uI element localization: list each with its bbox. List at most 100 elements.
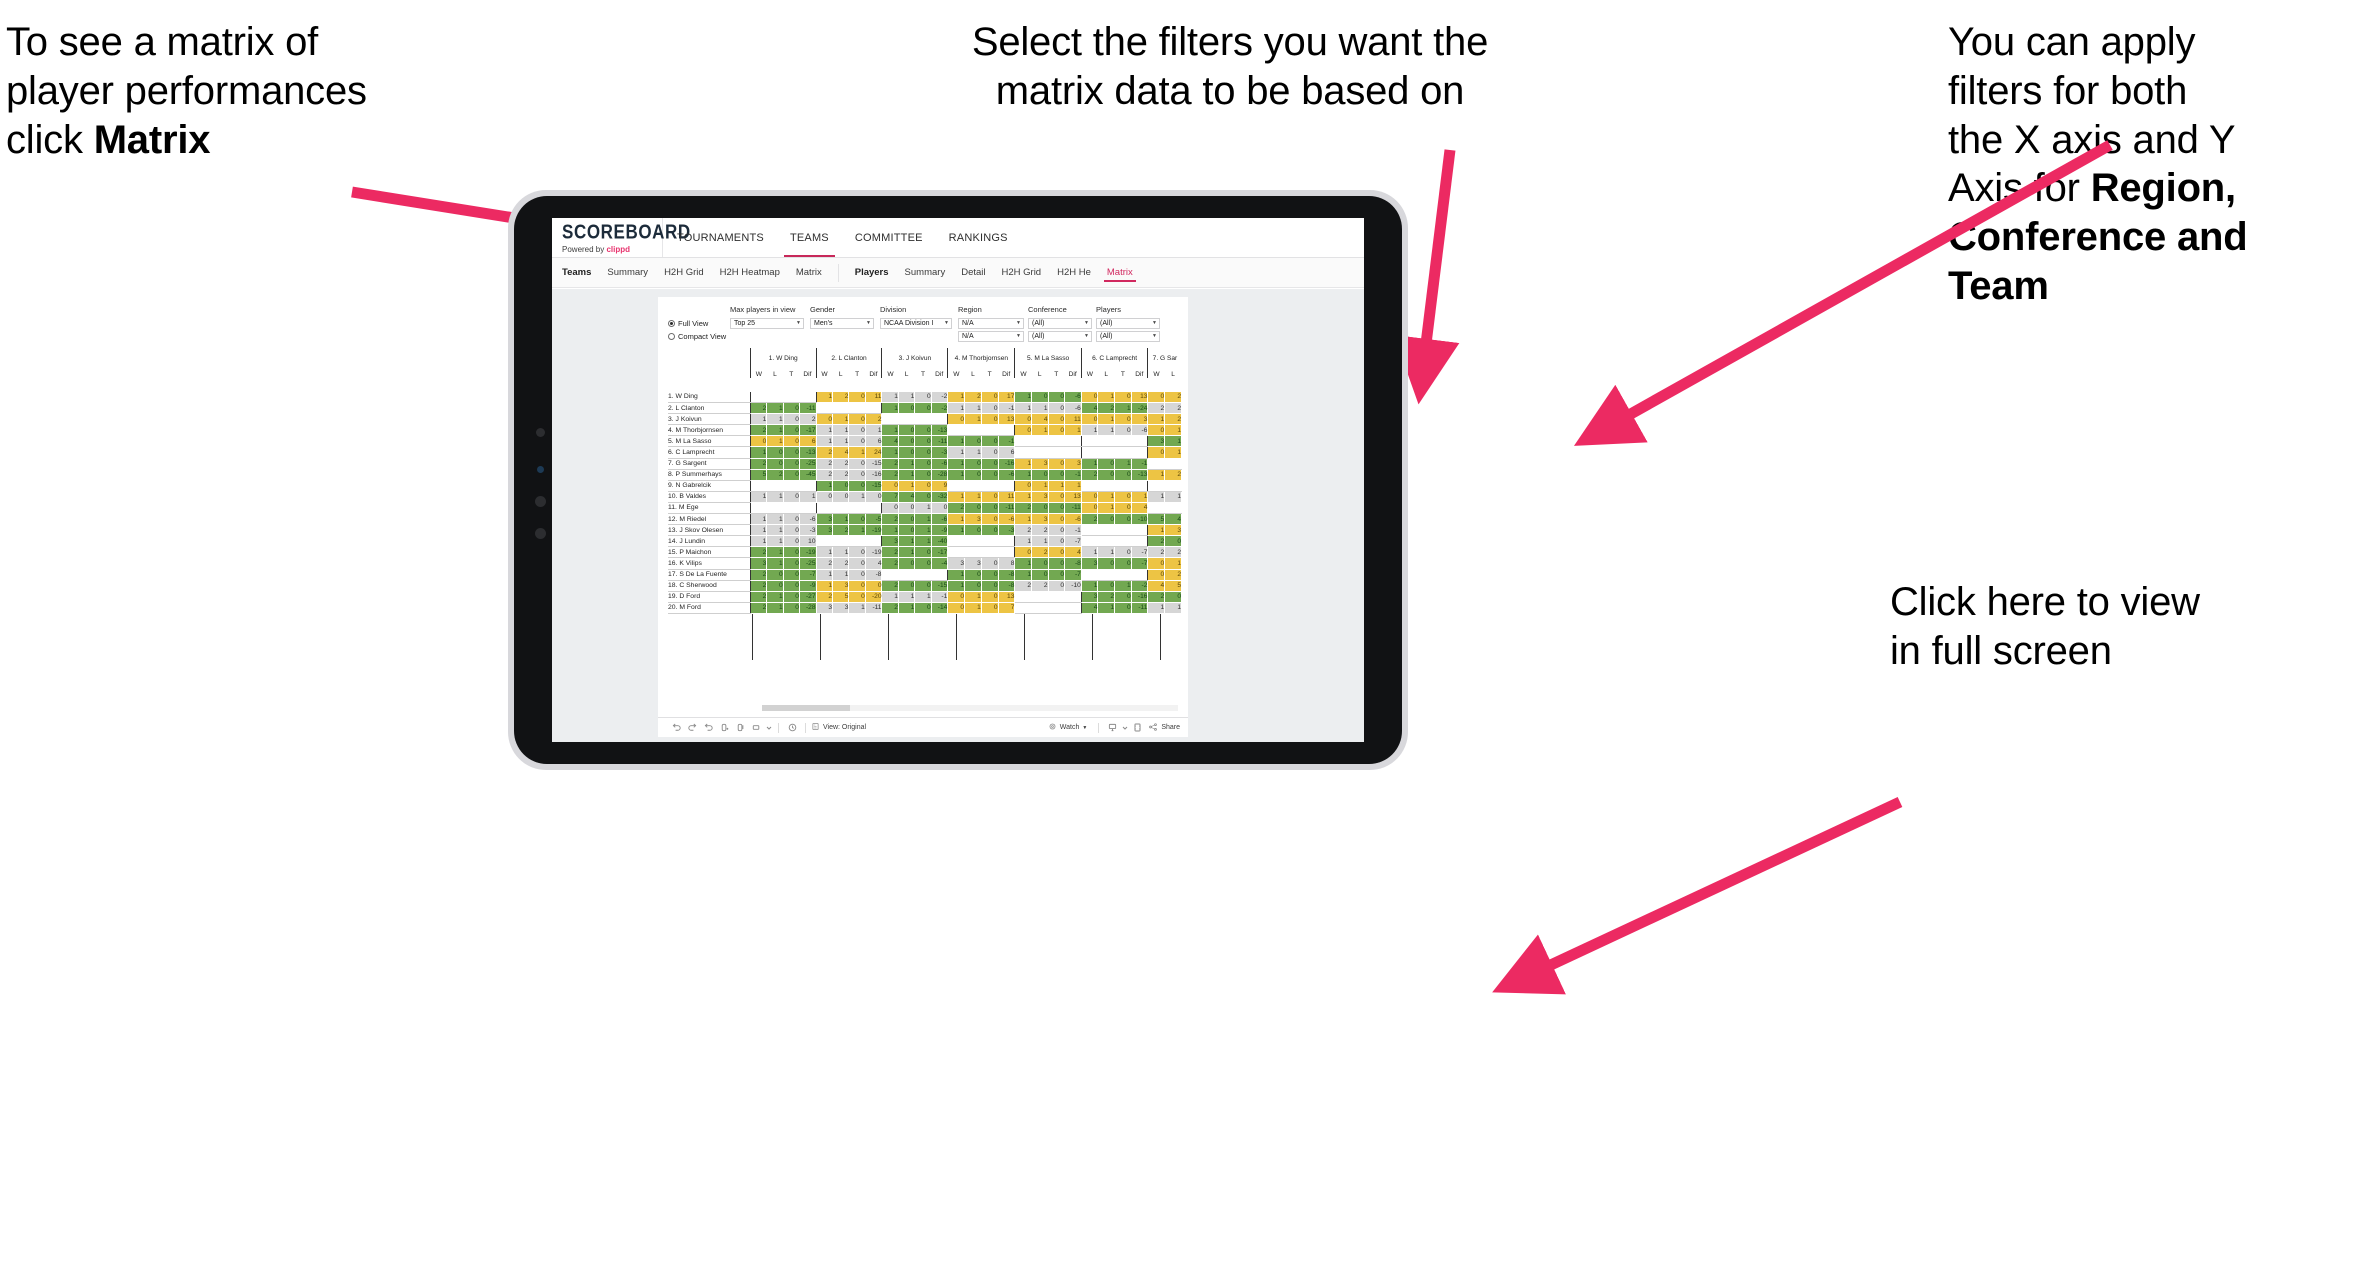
matrix-cell[interactable]: 1 [964,491,982,503]
matrix-cell[interactable]: 1 [749,413,768,426]
matrix-cell[interactable]: 1 [848,491,866,503]
matrix-cell[interactable]: 1 [1048,480,1066,492]
matrix-cell[interactable]: -7 [1064,535,1082,548]
matrix-cell[interactable]: 0 [1164,535,1182,548]
matrix-cell[interactable]: 0 [898,524,916,537]
matrix-row[interactable]: 18. C Sherwood 2 0 0 -9 1 3 0 0 2 0 0 -15 1 0 0 -8 2 2 0 -10… [668,580,1182,592]
matrix-cell[interactable]: 0 [783,402,800,415]
matrix-cell[interactable]: 1 [1097,602,1116,614]
matrix-cell[interactable]: -6 [931,458,949,470]
matrix-cell[interactable]: 2 [1164,391,1182,404]
matrix-cell[interactable]: 2 [749,546,768,559]
matrix-cell[interactable]: 1 [832,413,850,426]
matrix-row-label[interactable]: 8. P Summerhays [668,469,751,481]
matrix-cell[interactable]: 0 [1048,569,1066,581]
matrix-cell[interactable]: 1 [881,446,899,459]
matrix-cell[interactable]: 1 [832,513,850,526]
tab-players-h2h-grid[interactable]: H2H Grid [1002,258,1042,287]
filter-region-y-select[interactable]: N/A ▼ [958,330,1024,342]
matrix-cell[interactable]: 0 [1048,580,1066,592]
matrix-cell[interactable]: 2 [815,469,834,481]
matrix-cell[interactable]: 0 [1048,469,1066,481]
matrix-cell[interactable]: 1 [1064,480,1082,492]
matrix-cell[interactable]: -1 [931,591,949,603]
matrix-cell[interactable]: 2 [1031,580,1049,592]
matrix-cell[interactable]: 3 [815,513,834,526]
matrix-row-label[interactable]: 5. M La Sasso [668,435,751,448]
matrix-cell[interactable]: -6 [1064,513,1082,526]
matrix-row[interactable]: 4. M Thorbjornsen 2 1 0 -17 1 1 0 1 1 0 0 -13 0 1 0 1 1 1 0… [668,424,1182,437]
matrix-row[interactable]: 14. J Lundin 1 1 0 10 3 1 1 -40 1 1 0 -7 2 0 [668,535,1182,548]
matrix-cell[interactable]: 0 [848,424,866,437]
matrix-cell[interactable]: 0 [848,591,866,603]
matrix-cell[interactable]: -19 [865,546,883,559]
matrix-cell[interactable]: -16 [1131,591,1149,603]
matrix-cell[interactable]: 0 [865,491,883,503]
matrix-cell[interactable]: 0 [1097,580,1116,592]
matrix-cell[interactable]: 1 [898,546,916,559]
matrix-cell[interactable]: 0 [1147,569,1166,581]
matrix-cell[interactable]: 0 [981,435,999,448]
matrix-cell[interactable]: 1 [1147,602,1166,614]
matrix-cell[interactable]: 0 [1048,513,1066,526]
refresh-icon[interactable] [716,720,732,736]
matrix-column-header[interactable]: 2. L Clanton [815,347,882,362]
matrix-cell[interactable]: 2 [749,424,768,437]
matrix-cell[interactable]: 0 [981,469,999,481]
matrix-cell[interactable]: 2 [749,580,768,592]
matrix-cell[interactable]: 2 [832,458,850,470]
matrix-cell[interactable]: 1 [749,524,768,537]
filter-max-players-select[interactable]: Top 25 ▼ [730,317,804,329]
matrix-cell[interactable]: 1 [1114,402,1132,415]
matrix-cell[interactable]: 2 [832,557,850,570]
matrix-cell[interactable]: 0 [1114,602,1132,614]
matrix-cell[interactable]: 1 [1031,480,1049,492]
matrix-cell[interactable]: -25 [799,557,817,570]
matrix-cell[interactable]: 0 [1114,591,1132,603]
matrix-cell[interactable]: 17 [998,391,1016,404]
matrix-cell[interactable]: -13 [1131,469,1149,481]
matrix-cell[interactable]: 0 [981,569,999,581]
matrix-cell[interactable]: 0 [1031,557,1049,570]
matrix-row[interactable]: 11. M Ege 0 0 1 0 2 0 0 -11 2 0 0 -11 0 1 0 4 [668,502,1182,515]
matrix-cell[interactable]: -16 [865,469,883,481]
matrix-cell[interactable]: 3 [1131,413,1149,426]
matrix-row-label[interactable]: 13. J Skov Olesen [668,524,751,537]
matrix-cell[interactable]: 4 [1164,513,1182,526]
matrix-row[interactable]: 2. L Clanton 2 1 0 -11 1 0 0 -2 1 1 0 -1 1 1 0 -6 4 2 1 -24 2… [668,402,1182,415]
matrix-cell[interactable]: 1 [1014,535,1032,548]
matrix-cell[interactable]: 0 [783,513,800,526]
matrix-cell[interactable]: 2 [815,557,834,570]
filter-players-x-select[interactable]: (All) ▼ [1096,317,1160,329]
matrix-cell[interactable]: 0 [783,557,800,570]
matrix-cell[interactable]: 0 [964,524,982,537]
matrix-cell[interactable]: -6 [799,513,817,526]
matrix-cell[interactable]: 2 [1031,546,1049,559]
matrix-cell[interactable]: -40 [931,535,949,548]
matrix-cell[interactable]: 2 [749,591,768,603]
matrix-cell[interactable]: -25 [799,458,817,470]
tab-teams-summary[interactable]: Summary [607,258,648,287]
matrix-cell[interactable]: -11 [931,435,949,448]
matrix-cell[interactable]: 0 [1048,524,1066,537]
matrix-cell[interactable]: 3 [964,557,982,570]
matrix-cell[interactable]: 1 [1147,469,1166,481]
matrix-cell[interactable]: 0 [1097,469,1116,481]
matrix-cell[interactable]: 0 [981,413,999,426]
matrix-cell[interactable]: 1 [881,402,899,415]
matrix-cell[interactable]: 1 [898,535,916,548]
matrix-cell[interactable]: 1 [947,491,966,503]
matrix-cell[interactable]: 0 [848,580,866,592]
matrix-cell[interactable]: 1 [1097,391,1116,404]
matrix-cell[interactable]: 4 [1064,546,1082,559]
matrix-cell[interactable]: 0 [1048,557,1066,570]
tab-teams-matrix[interactable]: Matrix [796,258,822,287]
matrix-cell[interactable]: -5 [865,513,883,526]
matrix-cell[interactable]: 1 [848,602,866,614]
matrix-cell[interactable]: 1 [832,424,850,437]
matrix-cell[interactable]: -9 [931,524,949,537]
view-original-button[interactable]: View: Original [811,722,866,733]
matrix-cell[interactable]: 3 [1064,458,1082,470]
matrix-cell[interactable]: 0 [1048,391,1066,404]
matrix-cell[interactable]: 0 [898,502,916,515]
